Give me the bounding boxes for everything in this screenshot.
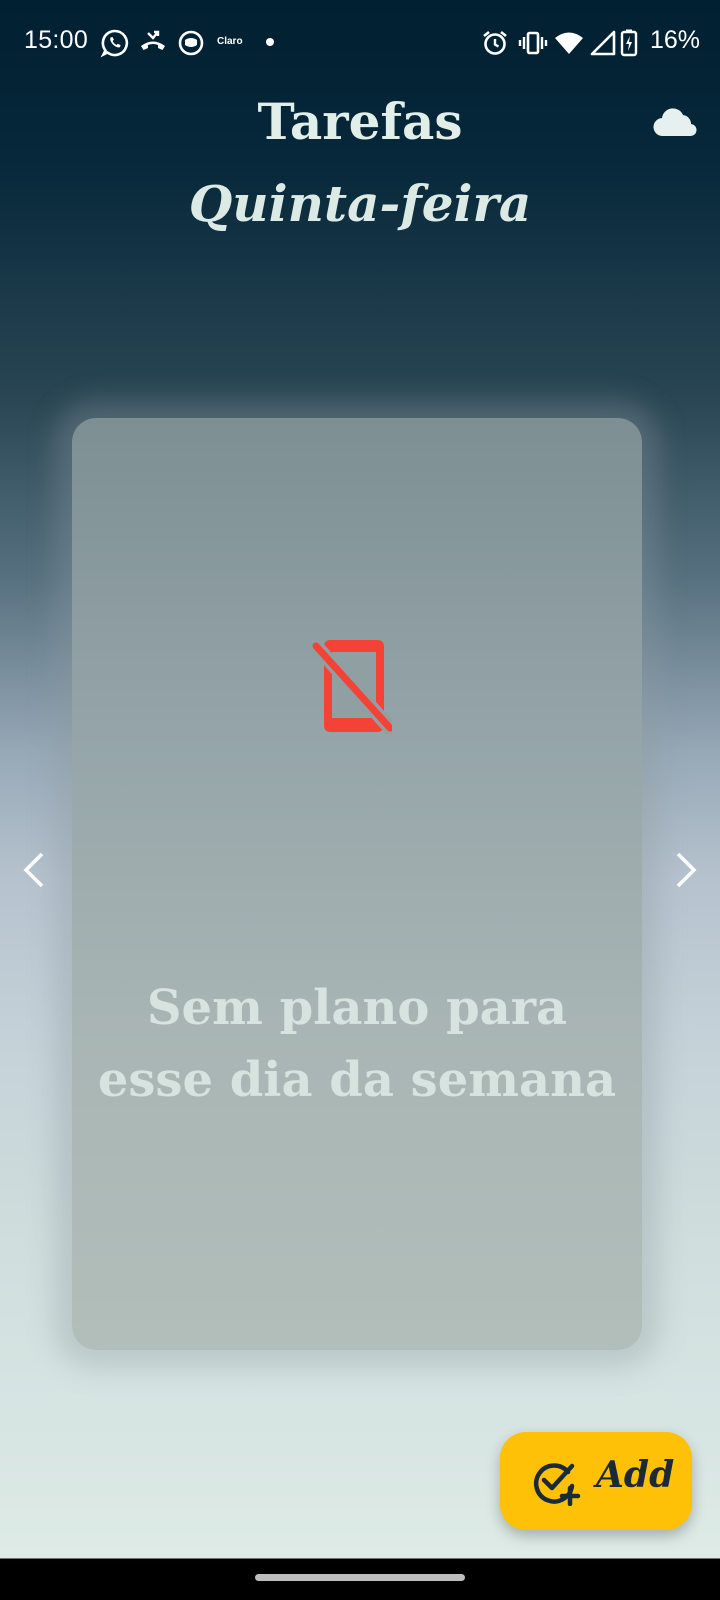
chevron-left-icon[interactable] [18,850,48,890]
missed-call-icon [141,30,165,50]
chevron-right-icon[interactable] [672,850,702,890]
mobile-off-icon [312,639,392,734]
page-title: Tarefas [257,92,463,151]
empty-state-message: Sem plano para esse dia da semana [97,980,617,1108]
status-time: 15:00 [24,26,89,54]
notification-dot [266,38,274,46]
add-button-label: Add [596,1454,675,1496]
alarm-icon [483,30,507,55]
wifi-icon [555,32,583,54]
day-label: Quinta-feira [188,174,532,233]
cloud-icon[interactable] [652,106,698,140]
signal-icon [590,30,616,56]
day-plan-card: Sem plano para esse dia da semana [72,418,642,1350]
assistant-face-icon [178,30,204,56]
home-indicator[interactable] [255,1574,465,1581]
battery-percent: 16% [650,26,701,54]
whatsapp-icon [100,29,129,58]
battery-charging-icon [620,29,638,57]
status-bar: 15:00 Claro 16% [0,0,720,88]
add-task-button[interactable]: Add [500,1432,692,1530]
vibrate-icon [518,31,548,55]
carrier-label: Claro [217,36,243,47]
add-task-icon [533,1463,581,1506]
